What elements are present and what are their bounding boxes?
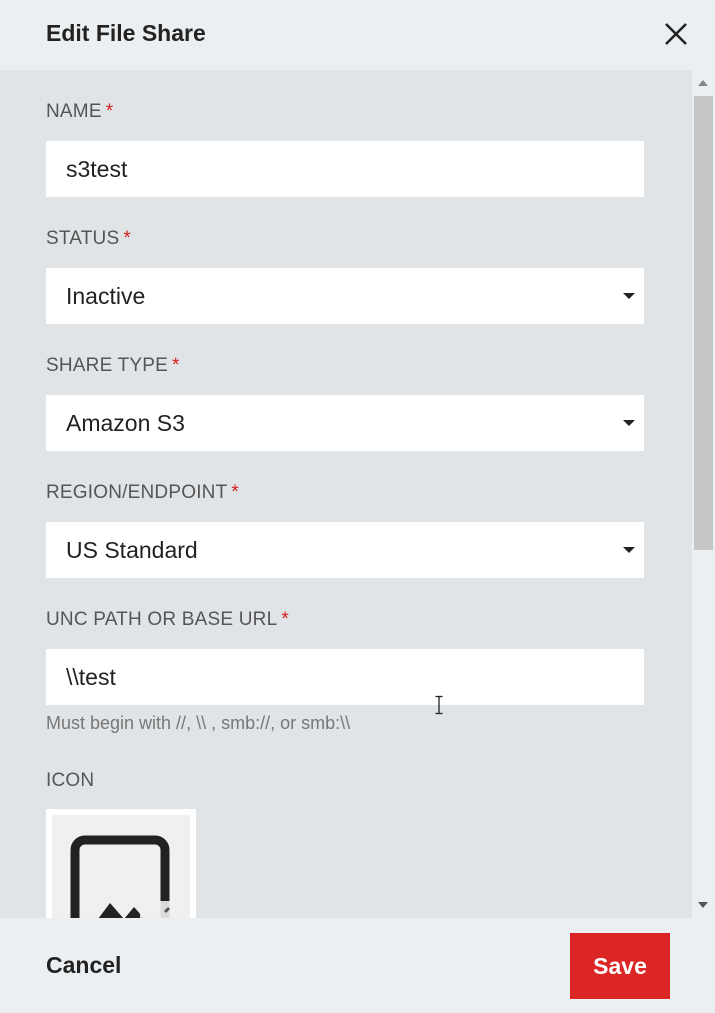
required-marker: * [231,482,240,503]
status-select[interactable]: Inactive [46,268,644,324]
status-select-value: Inactive [66,283,146,309]
save-button[interactable]: Save [570,933,670,999]
dialog-title: Edit File Share [46,20,206,46]
share-type-label: SHARE TYPE * [46,355,180,377]
text-cursor-icon [435,695,443,715]
close-icon [665,23,687,45]
close-button[interactable] [660,18,692,50]
unc-path-input[interactable] [46,649,644,705]
scroll-thumb[interactable] [694,96,713,550]
scroll-up-arrow-icon[interactable] [698,80,708,86]
region-label: REGION/ENDPOINT * [46,482,239,504]
icon-picker[interactable] [46,809,196,918]
status-label-text: STATUS [46,228,120,249]
region-label-text: REGION/ENDPOINT [46,482,228,503]
caret-down-icon [623,547,635,553]
icon-preview [52,815,190,918]
unc-path-hint: Must begin with //, \\ , smb://, or smb:… [46,713,351,733]
required-marker: * [105,101,114,122]
scroll-down-arrow-icon[interactable] [698,902,708,908]
dialog-header: Edit File Share [0,0,715,70]
name-input[interactable] [46,141,644,197]
image-placeholder-icon [70,835,170,918]
share-type-select[interactable]: Amazon S3 [46,395,644,451]
name-label: NAME * [46,101,113,123]
required-marker: * [172,355,180,376]
region-select[interactable]: US Standard [46,522,644,578]
dialog-footer: Cancel Save [0,918,715,1013]
dialog-body[interactable]: NAME* STATUS* Inactive SHARE TYPE* Amazo… [0,70,692,918]
share-type-label-text: SHARE TYPE [46,355,169,376]
required-marker: * [123,228,131,249]
caret-down-icon [623,293,635,299]
name-label-text: NAME [46,101,102,122]
status-label: STATUS * [46,228,131,250]
caret-down-icon [623,420,635,426]
cancel-button[interactable]: Cancel [46,952,121,979]
unc-path-label: UNC PATH OR BASE URL * [46,609,289,631]
required-marker: * [281,609,289,630]
icon-label: ICON [46,770,95,791]
unc-path-label-text: UNC PATH OR BASE URL [46,609,278,630]
region-select-value: US Standard [66,537,198,563]
vertical-scrollbar[interactable] [692,70,715,918]
share-type-select-value: Amazon S3 [66,410,185,436]
